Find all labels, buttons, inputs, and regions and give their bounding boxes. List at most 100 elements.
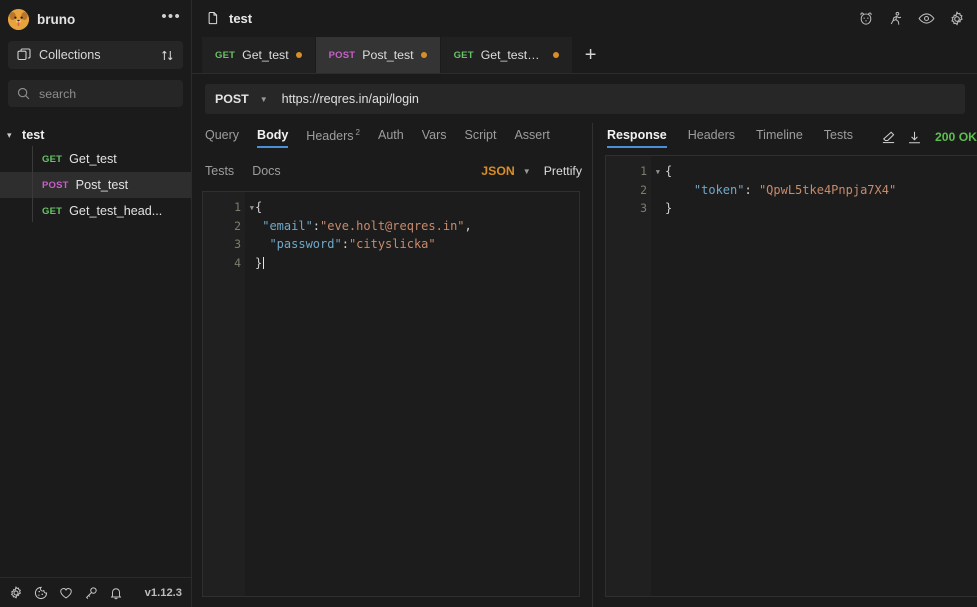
- gear-icon[interactable]: [949, 10, 965, 27]
- copy-icon: [205, 11, 220, 26]
- line-number: 2: [640, 182, 647, 197]
- search-input[interactable]: [39, 86, 199, 101]
- line-number: 2: [234, 218, 241, 233]
- clear-icon[interactable]: [881, 130, 896, 145]
- new-tab-button[interactable]: +: [573, 37, 609, 73]
- collection-title: test: [229, 11, 253, 26]
- bruno-logo-icon: [8, 8, 29, 30]
- tab-response-headers[interactable]: Headers: [688, 123, 735, 148]
- sidebar: bruno ••• Collections ▾ test: [0, 0, 199, 607]
- unsaved-dot-icon: [552, 52, 559, 58]
- tab-get-test[interactable]: GET Get_test: [202, 37, 316, 73]
- code-line: "password":"cityslicka": [255, 235, 579, 254]
- tab-post-test[interactable]: POST Post_test: [315, 37, 441, 73]
- request-pane-tabs: Query Body Headers 2 Auth Vars Script Ass…: [192, 123, 592, 184]
- gear-icon[interactable]: [9, 585, 23, 600]
- tab-response-tests[interactable]: Tests: [824, 123, 853, 148]
- tab-vars[interactable]: Vars: [422, 123, 447, 148]
- tab-body[interactable]: Body: [257, 123, 289, 148]
- tab-get-test-h[interactable]: GET Get_test_h...: [440, 37, 573, 73]
- tab-docs[interactable]: Docs: [252, 159, 280, 184]
- panes: Query Body Headers 2 Auth Vars Script Ass…: [192, 123, 977, 607]
- text-cursor: [263, 256, 265, 269]
- tab-query[interactable]: Query: [205, 123, 239, 148]
- key-icon[interactable]: [84, 586, 98, 600]
- download-icon[interactable]: [907, 130, 922, 145]
- request-body-code[interactable]: { "email":"eve.holt@reqres.in", "passwor…: [245, 192, 579, 596]
- collections-label: Collections: [39, 48, 101, 62]
- line-number: 4: [234, 255, 241, 270]
- collections-button[interactable]: Collections: [8, 41, 183, 69]
- top-bar-actions: [858, 10, 965, 27]
- search-box[interactable]: [8, 80, 199, 107]
- line-number: 1 ▼: [606, 162, 660, 181]
- code-token: :: [312, 218, 321, 233]
- heart-icon[interactable]: [59, 586, 73, 600]
- method-selector[interactable]: POST: [215, 92, 249, 106]
- collections-icon: [17, 48, 31, 62]
- code-line: }: [255, 254, 579, 273]
- response-body-wrap: 1 ▼ 2 3 { "token": "QpwL5tke4Pnpja7X4"}: [593, 148, 977, 607]
- prettify-button[interactable]: Prettify: [544, 164, 582, 178]
- sort-arrows-icon[interactable]: [161, 49, 174, 62]
- code-token: {: [255, 200, 263, 215]
- tab-script[interactable]: Script: [465, 123, 497, 148]
- request-name: Get_test: [69, 152, 117, 166]
- tab-assert[interactable]: Assert: [514, 123, 549, 148]
- chevron-down-icon[interactable]: ▼: [260, 95, 268, 104]
- app-version: v1.12.3: [144, 586, 182, 599]
- fold-caret-icon[interactable]: ▼: [250, 199, 254, 218]
- sidebar-more-button[interactable]: •••: [161, 8, 181, 30]
- unsaved-dot-icon: [420, 52, 427, 58]
- tab-timeline[interactable]: Timeline: [756, 123, 803, 148]
- request-name: Get_test_head...: [69, 204, 163, 218]
- url-bar[interactable]: POST ▼ https://reqres.in/api/login: [205, 84, 965, 114]
- fold-caret-icon[interactable]: ▼: [656, 163, 660, 182]
- sidebar-header: bruno •••: [0, 0, 191, 38]
- code-token: "email": [255, 218, 313, 233]
- request-tab-bar: GET Get_test POST Post_test GET Get_test…: [192, 37, 977, 74]
- chevron-down-icon: ▾: [7, 129, 12, 140]
- code-token: {: [665, 164, 673, 178]
- tab-response[interactable]: Response: [607, 123, 667, 148]
- unsaved-dot-icon: [295, 52, 302, 58]
- collection-root-test[interactable]: ▾ test: [0, 124, 191, 146]
- line-number: 3: [234, 237, 241, 252]
- tab-auth[interactable]: Auth: [378, 123, 404, 148]
- code-line: "email":"eve.holt@reqres.in",: [255, 217, 579, 236]
- code-token: "cityslicka": [348, 237, 436, 252]
- sidebar-footer: v1.12.3: [0, 577, 191, 607]
- request-name: Post_test: [75, 178, 129, 192]
- code-token: ,: [464, 218, 472, 233]
- sidebar-item-post-test[interactable]: POST Post_test: [0, 172, 191, 198]
- tab-headers[interactable]: Headers 2: [306, 123, 360, 149]
- code-token: :: [744, 182, 759, 197]
- dog-icon[interactable]: [858, 11, 874, 27]
- request-body-editor-wrap: 1 ▼ 2 3 4 { "email":"eve.holt@reqres.in", "p…: [192, 184, 592, 607]
- url-input[interactable]: https://reqres.in/api/login: [282, 92, 419, 106]
- request-method-badge: GET: [42, 153, 63, 165]
- tab-method-badge: GET: [453, 49, 474, 61]
- line-number: 3: [640, 201, 647, 215]
- search-icon: [17, 87, 30, 100]
- request-body-editor[interactable]: 1 ▼ 2 3 4 { "email":"eve.holt@reqres.in", "p…: [202, 191, 580, 597]
- tab-tests[interactable]: Tests: [205, 159, 234, 184]
- request-method-badge: GET: [42, 205, 63, 217]
- collection-tree: ▾ test GET Get_test POST Post_test GET G…: [0, 124, 191, 577]
- collection-name: test: [22, 128, 45, 142]
- body-format-selector[interactable]: JSON: [481, 164, 515, 178]
- response-body-code: { "token": "QpwL5tke4Pnpja7X4"}: [651, 156, 977, 596]
- tab-method-badge: GET: [215, 49, 236, 61]
- sidebar-item-get-test[interactable]: GET Get_test: [0, 146, 191, 172]
- chevron-down-icon[interactable]: ▼: [523, 167, 531, 176]
- cookie-icon[interactable]: [34, 586, 48, 600]
- tab-label: Post_test: [362, 48, 414, 62]
- main-area: test GET Get_test POST Post_test GET Get…: [192, 0, 977, 607]
- runner-icon[interactable]: [888, 11, 904, 27]
- status-badge: 200 OK: [934, 130, 977, 144]
- bell-icon[interactable]: [109, 586, 123, 600]
- eye-icon[interactable]: [918, 10, 935, 27]
- sidebar-item-get-test-head[interactable]: GET Get_test_head...: [0, 198, 191, 224]
- response-body-editor[interactable]: 1 ▼ 2 3 { "token": "QpwL5tke4Pnpja7X4"}: [605, 155, 977, 597]
- code-token: "eve.holt@reqres.in": [320, 218, 465, 233]
